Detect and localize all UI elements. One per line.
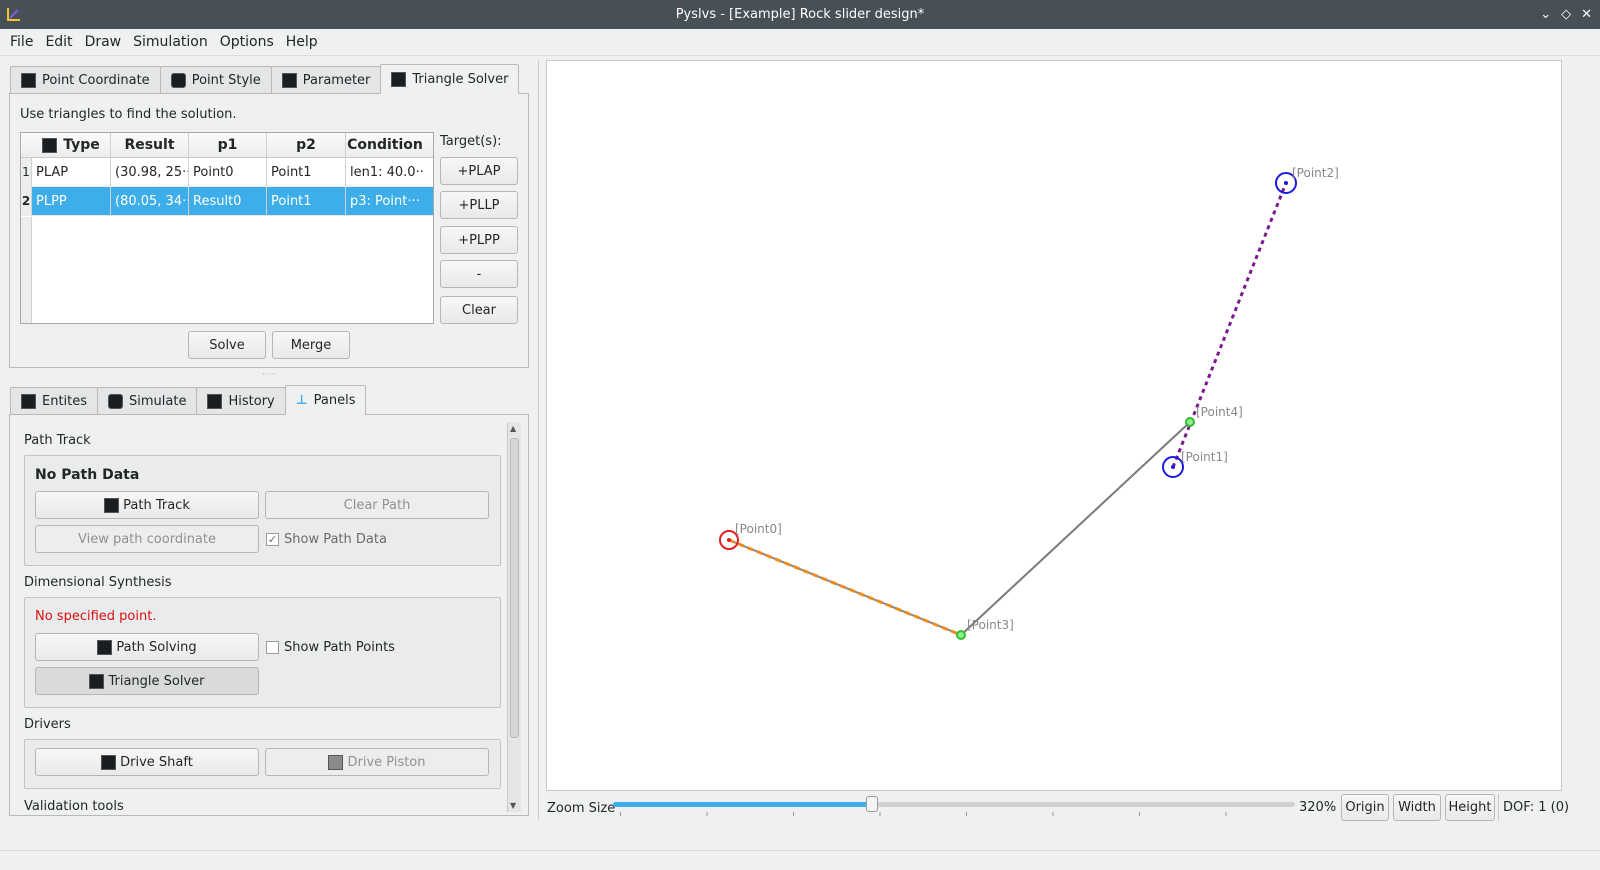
clear-button[interactable]: Clear [440,296,518,324]
main-splitter[interactable] [538,60,541,820]
point-coordinate-icon [21,73,36,88]
no-path-data-label: No Path Data [35,467,140,483]
menu-file[interactable]: File [4,34,39,50]
triangle-solver-icon [391,72,407,87]
point1-label: [Point1] [1181,450,1228,464]
add-plap-button[interactable]: +PLAP [440,157,518,185]
simulate-icon [108,394,124,409]
solve-button[interactable]: Solve [188,331,266,359]
zoom-value: 320% [1299,800,1337,815]
path-solving-icon [97,639,113,655]
menu-simulation[interactable]: Simulation [127,34,214,50]
close-icon[interactable]: ✕ [1581,0,1592,29]
path-track-icon [104,497,120,513]
table-row[interactable]: 1 PLAP (30.98, 25··· Point0 Point1 len1:… [21,158,433,187]
scrollbar-thumb[interactable] [510,438,519,738]
splitter-handle[interactable]: ····· [262,370,276,380]
show-path-data-checkbox[interactable]: ✓ [266,533,279,546]
scroll-down-icon[interactable]: ▼ [510,801,516,810]
app-logo-icon [7,8,20,21]
maximize-icon[interactable]: ◇ [1561,0,1571,29]
zoom-ticks [620,812,1290,816]
no-point-label: No specified point. [35,609,157,624]
menu-draw[interactable]: Draw [79,34,128,50]
show-path-points-checkbox[interactable] [266,641,279,654]
point0-label: [Point0] [735,522,782,536]
bottom-tab-bar: Entites Simulate History ⊥ Panels [10,385,367,415]
path-solving-button[interactable]: Path Solving [35,633,259,661]
minimize-icon[interactable]: ⌄ [1540,0,1551,29]
point4-marker[interactable] [1185,417,1195,427]
col-p2[interactable]: p2 [267,133,346,157]
show-path-points-label: Show Path Points [284,640,395,655]
drive-piston-icon [328,754,344,770]
view-path-coordinate-button[interactable]: View path coordinate [35,525,259,553]
mechanism-canvas[interactable]: [Point0] [Point1] [Point2] [Point3] [Poi… [546,60,1562,791]
solver-table: Type Result p1 p2 Condition 1 PLAP (30.9… [20,132,434,324]
col-p1[interactable]: p1 [189,133,267,157]
validation-tools-title: Validation tools [24,799,124,812]
table-row[interactable]: 2 PLPP (80.05, 34··· Result0 Point1 p3: … [21,187,433,216]
height-button[interactable]: Height [1445,794,1495,821]
tab-point-style[interactable]: Point Style [159,66,272,94]
merge-button[interactable]: Merge [272,331,350,359]
tab-panels[interactable]: ⊥ Panels [284,385,367,415]
solver-description: Use triangles to find the solution. [20,107,237,122]
mechanism-drawing: [Point0] [Point1] [Point2] [Point3] [Poi… [719,166,1339,640]
path-track-title: Path Track [24,433,91,448]
panels-icon: ⊥ [295,393,308,408]
col-condition[interactable]: Condition [346,133,424,157]
panels-scroll-area: Path Track No Path Data Path Track Clear… [16,422,508,812]
point-style-icon [170,73,186,88]
point3-label: [Point3] [967,618,1014,632]
window-title: Pyslvs - [Example] Rock slider design* [675,7,925,22]
menu-options[interactable]: Options [214,34,280,50]
history-icon [207,394,223,409]
status-bar [0,850,1600,870]
width-button[interactable]: Width [1393,794,1441,821]
add-plpp-button[interactable]: +PLPP [440,226,518,254]
parameter-icon [281,73,297,88]
tab-history[interactable]: History [196,387,286,415]
top-tab-bar: Point Coordinate Point Style Parameter T… [10,64,520,94]
link-coupler [960,421,1191,636]
menu-edit[interactable]: Edit [39,34,78,50]
entities-icon [21,394,36,409]
clear-path-button[interactable]: Clear Path [265,491,489,519]
scroll-up-icon[interactable]: ▲ [510,424,516,433]
point4-label: [Point4] [1196,405,1243,419]
zoom-slider-handle[interactable] [866,796,879,812]
title-bar: Pyslvs - [Example] Rock slider design* ⌄… [0,0,1600,29]
drive-shaft-icon [101,754,117,770]
panels-scrollbar[interactable]: ▲ ▼ [507,422,521,812]
triangle-solver-icon [89,673,105,689]
point3-marker[interactable] [956,630,966,640]
origin-button[interactable]: Origin [1341,794,1389,821]
table-header: Type Result p1 p2 Condition [21,133,433,158]
targets-label: Target(s): [440,134,502,149]
drivers-title: Drivers [24,717,71,732]
add-pllp-button[interactable]: +PLLP [440,191,518,219]
triangle-solver-icon [42,137,58,153]
drive-piston-button[interactable]: Drive Piston [265,748,489,776]
show-path-data-label: Show Path Data [284,532,387,547]
tab-entities[interactable]: Entites [10,387,99,415]
point2-label: [Point2] [1292,166,1339,180]
zoom-slider-fill [613,802,873,807]
tab-triangle-solver[interactable]: Triangle Solver [380,64,520,94]
drive-shaft-button[interactable]: Drive Shaft [35,748,259,776]
remove-button[interactable]: - [440,260,518,288]
tab-point-coordinate[interactable]: Point Coordinate [10,66,161,94]
menu-bar: File Edit Draw Simulation Options Help [0,29,1600,56]
col-type[interactable]: Type [32,133,111,157]
dof-label: DOF: 1 (0) [1503,800,1570,815]
menu-help[interactable]: Help [280,34,324,50]
tab-parameter[interactable]: Parameter [270,66,382,94]
triangle-solver-button[interactable]: Triangle Solver [35,667,259,695]
zoom-size-label: Zoom Size [547,800,616,816]
path-track-button[interactable]: Path Track [35,491,259,519]
tab-simulate[interactable]: Simulate [97,387,198,415]
dim-synthesis-title: Dimensional Synthesis [24,575,172,590]
col-result[interactable]: Result [111,133,189,157]
